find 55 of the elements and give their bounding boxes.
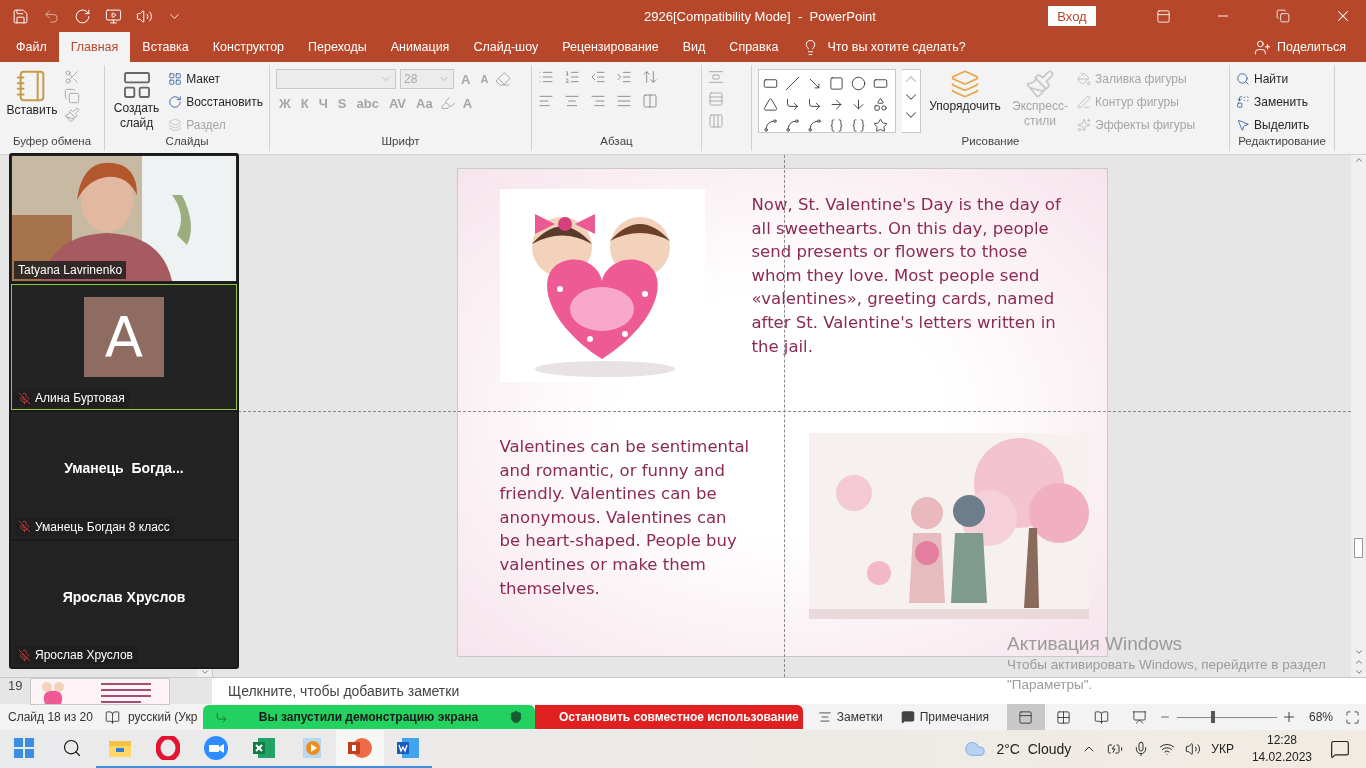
participant-display-name: Уманець Богда... (64, 460, 184, 477)
notes-field[interactable]: Щелкните, чтобы добавить заметки (212, 678, 476, 704)
participant-tile[interactable]: Tatyana Lavrinenko (11, 155, 237, 282)
participant-name: Алина Буртовая (14, 389, 129, 407)
avatar: A (84, 296, 164, 377)
arrange-button[interactable]: Упорядочить (929, 99, 1001, 114)
slide-text: Valentines can be sentimental and romantic, or funny and friendly. Valentines can be anonymous. Valentines can be heart-shaped. People buy valentines or make them themselves. (498, 436, 751, 600)
group-label: Шрифт (380, 135, 421, 149)
ribbon-tab[interactable]: Вставка (130, 32, 201, 62)
window-title: 2926[Compatibility Mode] - PowerPoint (643, 8, 877, 24)
notes-button[interactable]: Заметки (836, 710, 883, 724)
group-label: Буфер обмена (11, 135, 93, 149)
participant-tile[interactable]: Уманець Богда... Уманець Богдан 8 класс (11, 412, 237, 539)
tell-me-field[interactable]: Что вы хотите сделать? (827, 40, 966, 54)
group-label: Абзац (599, 135, 634, 149)
slide-text: Now, St. Valentine's Day is the day of all sweethearts. On this day, people send presents or flowers to those whom they love. Most people send «valentines», greeting cards, named after St. Valentine's letters written in the jail. (751, 194, 1062, 358)
slide-counter: Слайд 18 из 20 (8, 710, 93, 724)
participant-name: Уманець Богдан 8 класс (14, 517, 174, 536)
participant-name: Ярослав Хруслов (14, 646, 137, 664)
ribbon-tab[interactable]: Главная (58, 32, 131, 62)
slide-number: 19 (7, 678, 24, 695)
ribbon-tab[interactable]: Конструктор (200, 32, 297, 62)
zoom-level[interactable]: 68% (1308, 710, 1333, 724)
comments-button[interactable]: Примечания (919, 710, 989, 724)
group-label: Слайды (164, 135, 210, 149)
share-status-text: Вы запустили демонстрацию экрана (257, 710, 480, 724)
activation-title: Активация Windows (1007, 633, 1184, 655)
paste-button[interactable]: Вставить (6, 103, 58, 118)
group-label: Редактирование (1237, 135, 1327, 149)
participant-tile[interactable]: A Алина Буртовая (11, 283, 237, 410)
weather-text[interactable]: 2°C Cloudy (996, 741, 1072, 757)
ribbon-tab[interactable]: Анимация (378, 32, 462, 62)
ribbon-command[interactable]: Восстановить (168, 92, 263, 112)
ribbon-tab[interactable]: Файл (4, 32, 59, 62)
stop-share-button[interactable]: Остановить совместное использование (535, 705, 803, 729)
participant-display-name: Ярослав Хруслов (62, 588, 186, 605)
ribbon-tab[interactable]: Переходы (296, 32, 379, 62)
language-indicator[interactable]: русский (Укр (127, 710, 198, 724)
group-label: Рисование (960, 135, 1021, 149)
participant-tile[interactable]: Ярослав Хруслов Ярослав Хруслов (11, 540, 237, 667)
clock-date[interactable]: 14.02.2023 (1251, 749, 1312, 766)
ribbon-tab[interactable]: Слайд-шоу (461, 32, 551, 62)
language-indicator[interactable]: УКР (1211, 742, 1234, 756)
share-link[interactable]: Поделиться (1276, 40, 1346, 54)
activation-text: Чтобы активировать Windows, перейдите в раздел "Параметры". (1007, 656, 1327, 694)
ribbon-tab[interactable]: Справка (717, 32, 791, 62)
ribbon-command[interactable]: Выделить (1236, 115, 1310, 135)
ribbon-command[interactable]: Заменить (1236, 92, 1310, 112)
clock-time[interactable]: 12:28 (1266, 732, 1297, 749)
ribbon-tab[interactable]: Рецензирование (550, 32, 671, 62)
sign-in-button[interactable]: Вход (1048, 6, 1096, 26)
ribbon-command[interactable]: Макет (168, 69, 263, 89)
ribbon-command[interactable]: Найти (1236, 69, 1310, 89)
new-slide-button[interactable]: Создать слайд (111, 101, 163, 131)
ribbon-tab[interactable]: Вид (670, 32, 718, 62)
